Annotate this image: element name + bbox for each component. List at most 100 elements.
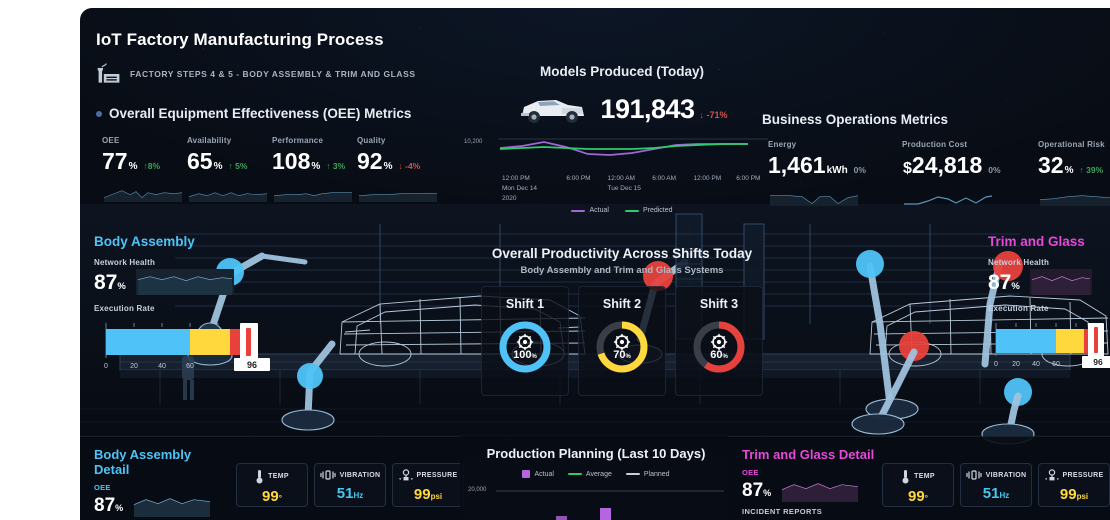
production-planning-panel: Production Planning (Last 10 Days) Actua… bbox=[460, 436, 732, 520]
legend-item: Predicted bbox=[624, 207, 673, 214]
oee-value: 87 bbox=[742, 479, 764, 501]
oee-section-title: Overall Equipment Effectiveness (OEE) Me… bbox=[109, 106, 412, 121]
predicted-line bbox=[499, 143, 748, 150]
legend-item: Average bbox=[567, 470, 612, 478]
kpi-quality[interactable]: Quality 92 % ↓ -4% bbox=[357, 136, 442, 209]
production-planning-legend: Actual Average Planned bbox=[460, 470, 732, 478]
sparkline bbox=[273, 192, 352, 202]
execution-rate-gauge[interactable]: 96 0 20 40 60 bbox=[988, 318, 1110, 379]
models-produced-chart[interactable]: 10,200 12:00 PM Mon Dec 14 2020 6:00 PM 12… bbox=[464, 135, 772, 214]
gear-icon bbox=[516, 333, 534, 351]
sensor-unit: ° bbox=[278, 494, 282, 503]
x-tick: 12:00 PM Mon Dec 14 2020 bbox=[502, 175, 538, 202]
sensor-label: PRESSURE bbox=[1062, 472, 1104, 479]
shift-donut-gauge: 60% bbox=[693, 321, 745, 373]
kpi-label: Operational Risk bbox=[1038, 140, 1105, 149]
sensor-value: 99 bbox=[262, 488, 279, 505]
kpi-label: Energy bbox=[768, 140, 797, 149]
sensor-vibration[interactable]: VIBRATION 51Hz bbox=[960, 463, 1032, 507]
sparkline bbox=[358, 193, 437, 202]
sparkline bbox=[1039, 195, 1110, 206]
kpi-value: 108 bbox=[272, 148, 311, 174]
models-produced-title: Models Produced (Today) bbox=[539, 64, 704, 79]
svg-text:60: 60 bbox=[186, 363, 194, 370]
kpi-unit: % bbox=[311, 161, 321, 172]
kpi-operational-risk[interactable]: Operational Risk 32 % ↑ 39% bbox=[1038, 140, 1110, 214]
shift-card-1[interactable]: Shift 1 100% bbox=[481, 286, 569, 396]
business-ops-header: Business Operations Metrics bbox=[762, 112, 948, 127]
svg-text:20: 20 bbox=[130, 363, 138, 370]
legend-item: Planned bbox=[625, 470, 670, 478]
x-axis-labels: 12:00 PM Mon Dec 14 2020 6:00 PM 12:00 AM T… bbox=[502, 174, 772, 203]
network-health-unit: % bbox=[117, 280, 126, 292]
sparkline bbox=[103, 190, 183, 202]
gear-icon bbox=[613, 333, 631, 351]
sensor-pressure[interactable]: PRESSURE 99psi bbox=[392, 463, 464, 507]
sensor-pressure[interactable]: PRESSURE 99psi bbox=[1038, 463, 1110, 507]
shift-card-3[interactable]: Shift 3 60% bbox=[675, 286, 763, 396]
sensor-temp[interactable]: TEMP 99° bbox=[882, 463, 954, 507]
dashboard-canvas: IoT Factory Manufacturing Process FACTOR… bbox=[80, 8, 1110, 520]
x-tick: 6:00 AM bbox=[652, 175, 677, 182]
production-planning-chart[interactable] bbox=[496, 486, 724, 520]
sensor-label: VIBRATION bbox=[985, 471, 1027, 479]
legend-swatch bbox=[625, 473, 640, 475]
kpi-unit: % bbox=[213, 161, 223, 172]
kpi-energy[interactable]: Energy 1,461 kWh 0% bbox=[768, 140, 866, 214]
sensor-row: TEMP 99° VIBRATION 51Hz PRESSURE 99psi bbox=[236, 463, 464, 507]
trim-and-glass-panel: Trim and Glass Network Health 87 % Execu… bbox=[988, 234, 1110, 379]
legend-swatch bbox=[571, 209, 586, 212]
models-produced-panel: Models Produced (Today) 191,843 ↓ -71% 1… bbox=[464, 64, 772, 214]
incident-reports-label: INCIDENT REPORTS bbox=[742, 507, 823, 516]
x-tick: 12:00 AM Tue Dec 15 bbox=[607, 175, 641, 192]
sensor-label: VIBRATION bbox=[339, 471, 381, 479]
sensor-unit: Hz bbox=[999, 491, 1010, 500]
svg-text:0: 0 bbox=[994, 361, 998, 368]
sensor-temp[interactable]: TEMP 99° bbox=[236, 463, 308, 507]
sensor-label: TEMP bbox=[268, 473, 289, 480]
sensor-label: TEMP bbox=[914, 473, 935, 480]
shift-name: Shift 1 bbox=[505, 297, 545, 311]
network-health-label: Network Health bbox=[988, 258, 1050, 267]
execution-rate-gauge[interactable]: 96 0 20 40 60 bbox=[94, 318, 274, 381]
shifts-panel: Overall Productivity Across Shifts Today… bbox=[472, 246, 772, 396]
detail-title: Trim and Glass Detail bbox=[742, 447, 875, 462]
kpi-production-cost[interactable]: Production Cost $ 24,818 0% bbox=[902, 140, 1002, 214]
legend-item: Actual bbox=[571, 207, 609, 214]
shift-card-2[interactable]: Shift 2 70% bbox=[578, 286, 666, 396]
network-health-sparkline bbox=[1029, 269, 1092, 295]
kpi-value: 24,818 bbox=[911, 152, 983, 178]
oee-unit: % bbox=[763, 487, 772, 498]
shift-donut-gauge: 100% bbox=[499, 321, 551, 373]
kpi-availability[interactable]: Availability 65 % ↑ 5% bbox=[187, 136, 272, 209]
kpi-value: 1,461 bbox=[768, 152, 826, 178]
chart-legend: Actual Predicted bbox=[472, 207, 772, 214]
kpi-oee[interactable]: OEE 77 % ↑8% bbox=[102, 136, 187, 209]
header-subtitle: FACTORY STEPS 4 & 5 - BODY ASSEMBLY & TR… bbox=[130, 69, 416, 79]
sensor-vibration[interactable]: VIBRATION 51Hz bbox=[314, 463, 386, 507]
kpi-performance[interactable]: Performance 108 % ↑ 3% bbox=[272, 136, 357, 209]
kpi-unit: kWh bbox=[826, 165, 848, 176]
kpi-value: 92 bbox=[357, 148, 383, 174]
y-axis-max-label: 20,000 bbox=[468, 487, 487, 493]
sensor-unit: psi bbox=[1076, 492, 1089, 501]
factory-icon bbox=[97, 63, 120, 83]
kpi-label: Availability bbox=[187, 136, 232, 145]
shift-donut-gauge: 70% bbox=[596, 321, 648, 373]
svg-text:40: 40 bbox=[158, 363, 166, 370]
trim-and-glass-detail-panel: Trim and Glass Detail OEE 87 % INCIDENT … bbox=[728, 436, 1110, 520]
body-assembly-title: Body Assembly bbox=[94, 234, 195, 249]
kpi-delta: ↑ 39% bbox=[1079, 165, 1104, 175]
shift-name: Shift 3 bbox=[699, 297, 739, 311]
x-tick: 6:00 PM bbox=[736, 175, 761, 182]
shifts-title: Overall Productivity Across Shifts Today bbox=[491, 246, 753, 261]
sparkline bbox=[770, 195, 859, 206]
business-ops-title: Business Operations Metrics bbox=[762, 112, 949, 127]
line-chart-svg bbox=[498, 138, 768, 156]
page-root: IoT Factory Manufacturing Process FACTOR… bbox=[0, 0, 1110, 520]
execution-marker-value: 96 bbox=[247, 360, 257, 370]
shifts-subtitle: Body Assembly and Trim and Glass Systems bbox=[520, 265, 724, 276]
oee-section-header: Overall Equipment Effectiveness (OEE) Me… bbox=[96, 106, 411, 121]
legend-item: Actual bbox=[522, 470, 554, 478]
sensor-unit: ° bbox=[924, 494, 928, 503]
